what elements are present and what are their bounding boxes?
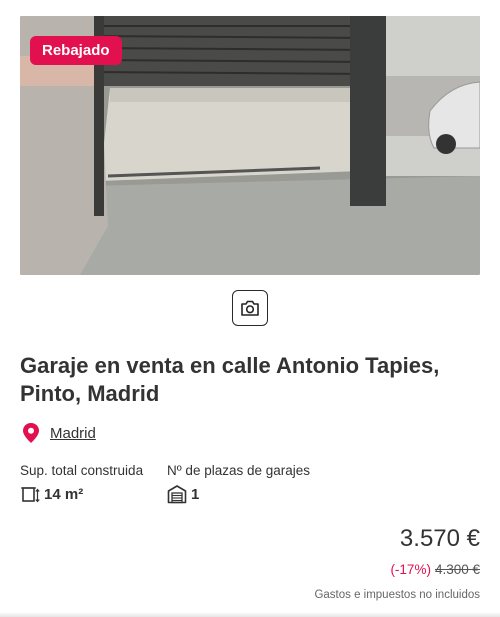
camera-icon: [241, 300, 259, 316]
feature-area: Sup. total construida 14 m²: [20, 463, 143, 504]
photo-gallery-button[interactable]: [232, 290, 268, 326]
garage-icon: [167, 485, 187, 504]
area-icon: [21, 487, 40, 503]
feature-label: Sup. total construida: [20, 463, 144, 478]
price: 3.570 €: [399, 525, 480, 552]
discount-percent: (-17%): [390, 562, 431, 577]
location: Madrid: [22, 422, 96, 444]
old-price: 4.300 €: [434, 562, 480, 577]
feature-label: Nº de plazas de garajes: [167, 463, 311, 478]
listing-card[interactable]: Rebajado Garaje en venta en calle Antoni…: [0, 0, 500, 617]
tax-note: Gastos e impuestos no incluidos: [314, 589, 480, 601]
discount-badge: Rebajado: [30, 36, 122, 65]
feature-value: 1: [191, 485, 200, 503]
feature-value: 14 m²: [44, 485, 84, 503]
price-discount: (-17%) 4.300 €: [390, 562, 480, 577]
location-link[interactable]: Madrid: [50, 425, 96, 442]
feature-garage: Nº de plazas de garajes 1: [167, 463, 310, 504]
card-divider: [0, 612, 500, 617]
listing-title[interactable]: Garaje en venta en calle Antonio Tapies,…: [20, 352, 470, 408]
map-pin-icon: [23, 423, 39, 443]
